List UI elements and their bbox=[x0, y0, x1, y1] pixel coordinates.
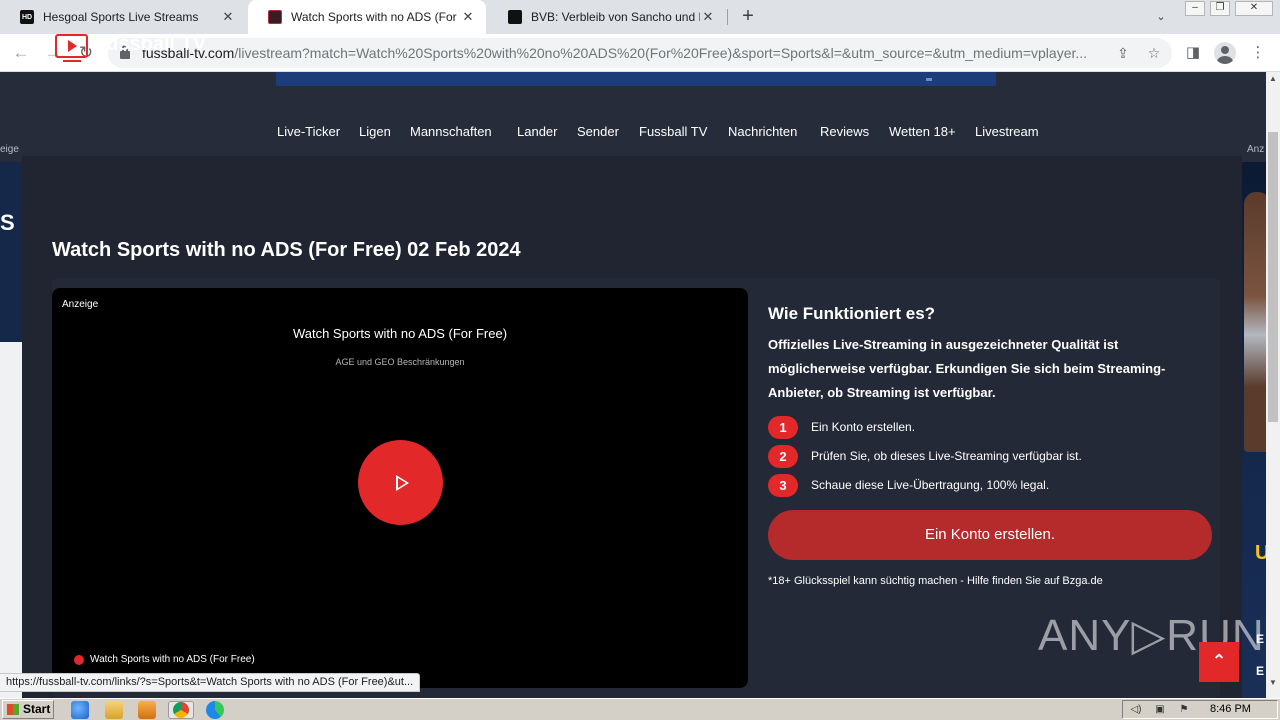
step-text: Prüfen Sie, ob dieses Live-Streaming ver… bbox=[811, 449, 1082, 463]
chrome-icon bbox=[173, 702, 189, 718]
tab-separator bbox=[727, 9, 728, 25]
profile-avatar-icon[interactable] bbox=[1214, 42, 1236, 64]
page-scrollbar[interactable]: ▲ ▼ bbox=[1266, 72, 1280, 698]
taskbar-clock: 8:46 PM bbox=[1210, 703, 1251, 715]
step-number: 3 bbox=[768, 474, 798, 497]
how-it-works-title: Wie Funktioniert es? bbox=[768, 304, 936, 323]
play-button[interactable] bbox=[358, 440, 443, 525]
edge-icon[interactable] bbox=[206, 701, 224, 719]
media-player-icon[interactable] bbox=[138, 701, 156, 719]
site-logo[interactable]: Fussball TV bbox=[94, 33, 206, 56]
internet-explorer-icon[interactable] bbox=[71, 701, 89, 719]
player-subtitle: AGE und GEO Beschränkungen bbox=[335, 357, 465, 367]
browser-tab-bar: HD Hesgoal Sports Live Streams ✕ Watch S… bbox=[0, 0, 1280, 34]
volume-icon[interactable]: ◁) bbox=[1129, 703, 1143, 717]
windows-taskbar: Start ◁) ▣ ⚑ 8:46 PM bbox=[0, 698, 1280, 720]
new-tab-button[interactable]: + bbox=[737, 5, 759, 29]
scroll-up-arrow-icon[interactable]: ▲ bbox=[1269, 74, 1277, 83]
nav-lander[interactable]: Lander bbox=[517, 124, 557, 139]
close-window-button[interactable]: ✕ bbox=[1235, 1, 1273, 16]
nav-mannschaften[interactable]: Mannschaften bbox=[410, 124, 492, 139]
site-header bbox=[0, 86, 1266, 156]
back-to-top-button[interactable]: ⌃ bbox=[1199, 642, 1239, 682]
close-icon[interactable]: ✕ bbox=[220, 9, 236, 25]
url-text[interactable]: fussball-tv.com/livestream?match=Watch%2… bbox=[142, 45, 1107, 61]
side-ad-right-text: E bbox=[1256, 664, 1265, 678]
nav-livestream[interactable]: Livestream bbox=[975, 124, 1039, 139]
status-bar-url: https://fussball-tv.com/links/?s=Sports&… bbox=[0, 673, 421, 692]
tab-favicon-news bbox=[508, 10, 522, 24]
close-icon[interactable]: ✕ bbox=[460, 9, 476, 25]
nav-nachrichten[interactable]: Nachrichten bbox=[728, 124, 797, 139]
how-it-works-description: Offizielles Live-Streaming in ausgezeich… bbox=[768, 337, 1166, 400]
boxer-image bbox=[1244, 192, 1266, 452]
nav-live-ticker[interactable]: Live-Ticker bbox=[277, 124, 340, 139]
start-button[interactable]: Start bbox=[2, 700, 54, 719]
how-it-works-panel: Wie Funktioniert es? Offizielles Live-St… bbox=[768, 304, 1218, 604]
tab-title: Hesgoal Sports Live Streams bbox=[43, 10, 199, 24]
player-live-label: Watch Sports with no ADS (For Free) bbox=[90, 654, 255, 665]
scroll-down-arrow-icon[interactable]: ▼ bbox=[1269, 678, 1277, 687]
network-icon[interactable]: ▣ bbox=[1153, 703, 1167, 717]
tab-search-chevron-icon[interactable]: ⌄ bbox=[1152, 8, 1170, 26]
tab-watch-sports[interactable]: Watch Sports with no ADS (For Free ✕ bbox=[248, 0, 486, 34]
ad-label-left: eige bbox=[0, 144, 19, 155]
step-text: Schaue diese Live-Übertragung, 100% lega… bbox=[811, 478, 1050, 492]
step-text: Ein Konto erstellen. bbox=[811, 420, 916, 434]
nav-sender[interactable]: Sender bbox=[577, 124, 619, 139]
page-title: Watch Sports with no ADS (For Free) 02 F… bbox=[52, 239, 521, 261]
flag-icon[interactable]: ⚑ bbox=[1177, 703, 1191, 717]
restore-button[interactable]: ❐ bbox=[1210, 1, 1230, 16]
minimize-button[interactable]: – bbox=[1185, 1, 1205, 16]
ad-label-right: Anz bbox=[1247, 144, 1265, 155]
address-bar[interactable]: fussball-tv.com/livestream?match=Watch%2… bbox=[108, 38, 1172, 68]
nav-wetten[interactable]: Wetten 18+ bbox=[889, 124, 956, 139]
tab-title: Watch Sports with no ADS (For Free bbox=[291, 10, 460, 24]
chrome-taskbar-button[interactable] bbox=[168, 701, 194, 719]
tab-title: BVB: Verbleib von Sancho und Maats bbox=[531, 10, 700, 24]
close-icon[interactable]: ✕ bbox=[700, 9, 716, 25]
step-number: 1 bbox=[768, 416, 798, 439]
menu-kebab-icon[interactable]: ⋮ bbox=[1247, 42, 1269, 64]
file-explorer-icon[interactable] bbox=[105, 701, 123, 719]
bookmark-star-icon[interactable]: ☆ bbox=[1145, 44, 1163, 62]
gambling-disclaimer: *18+ Glücksspiel kann süchtig machen - H… bbox=[768, 575, 1103, 587]
step-number: 2 bbox=[768, 445, 798, 468]
side-ad-left-letter: S bbox=[0, 210, 15, 235]
side-ad-left[interactable]: S bbox=[0, 162, 22, 698]
tab-favicon-hd: HD bbox=[20, 10, 34, 24]
side-panel-icon[interactable]: ◨ bbox=[1182, 42, 1204, 64]
tab-hesgoal[interactable]: HD Hesgoal Sports Live Streams ✕ bbox=[0, 0, 246, 34]
tab-bvb[interactable]: BVB: Verbleib von Sancho und Maats ✕ bbox=[488, 0, 726, 34]
nav-fussball-tv[interactable]: Fussball TV bbox=[639, 124, 707, 139]
play-icon bbox=[396, 474, 409, 491]
url-path: /livestream?match=Watch%20Sports%20with%… bbox=[234, 45, 1088, 61]
player-title: Watch Sports with no ADS (For Free) bbox=[292, 326, 508, 341]
create-account-button[interactable]: Ein Konto erstellen. bbox=[768, 510, 1212, 560]
live-indicator-dot bbox=[74, 655, 84, 665]
share-icon[interactable]: ⇪ bbox=[1114, 44, 1132, 62]
top-banner-ad[interactable] bbox=[276, 72, 996, 86]
nav-ligen[interactable]: Ligen bbox=[359, 124, 391, 139]
logo-stand bbox=[63, 60, 81, 62]
nav-reviews[interactable]: Reviews bbox=[820, 124, 869, 139]
scrollbar-thumb[interactable] bbox=[1268, 132, 1278, 422]
system-tray: ◁) ▣ ⚑ 8:46 PM bbox=[1122, 700, 1278, 719]
tab-favicon-fussball-tv bbox=[268, 10, 282, 24]
tv-play-logo-icon[interactable] bbox=[55, 34, 88, 58]
video-player[interactable]: Anzeige Watch Sports with no ADS (For Fr… bbox=[52, 288, 748, 688]
side-ad-right-letter: U bbox=[1255, 542, 1266, 564]
ad-label: Anzeige bbox=[62, 299, 99, 310]
back-arrow-icon[interactable]: ← bbox=[9, 41, 33, 65]
